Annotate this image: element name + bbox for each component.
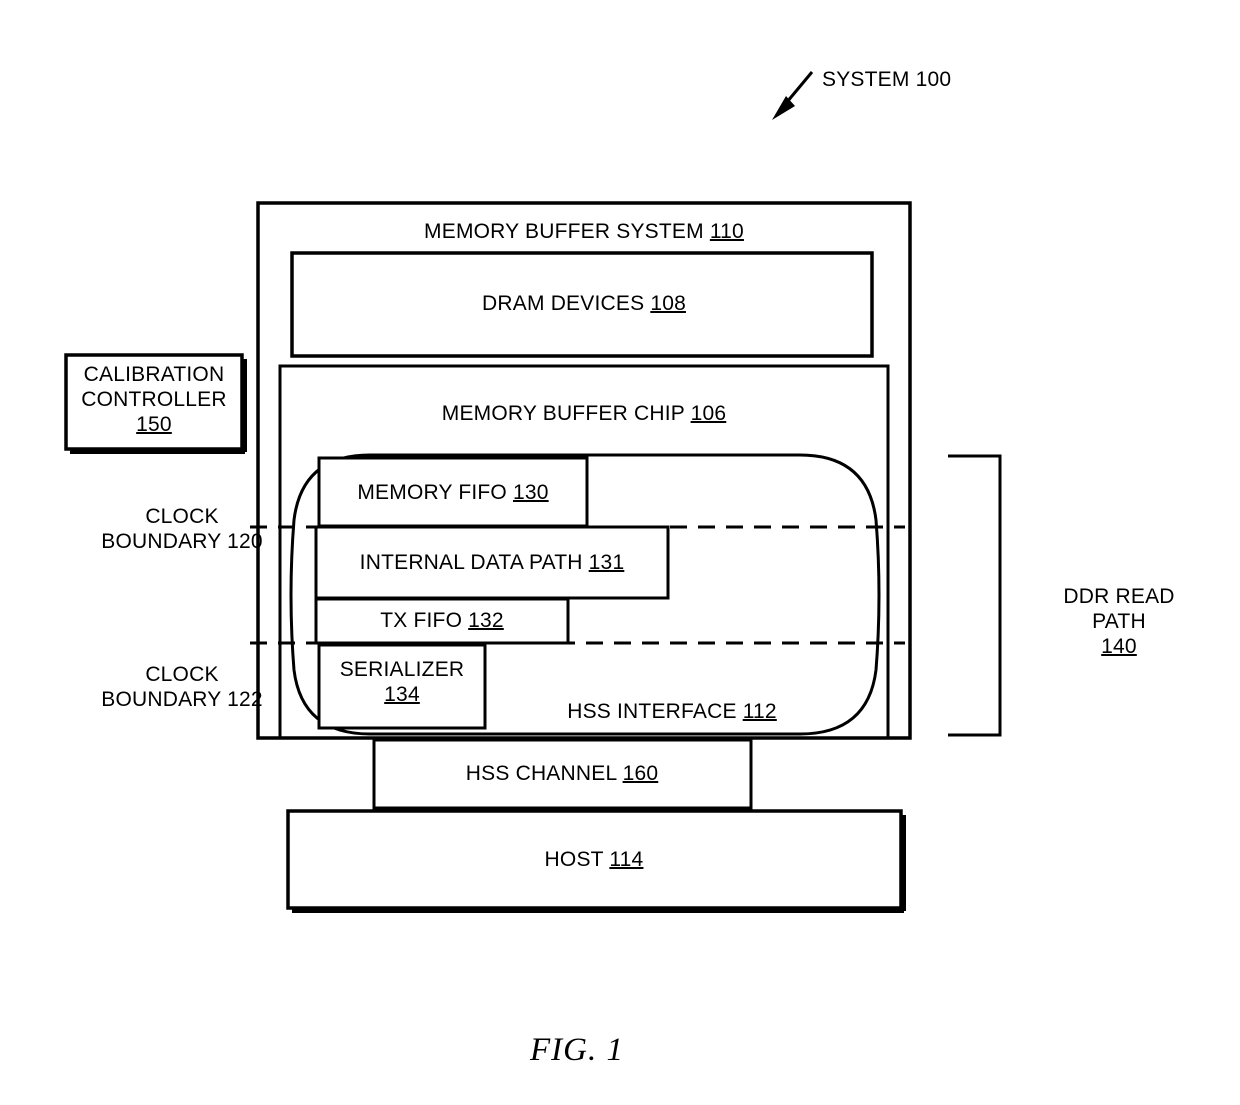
calibration-controller-label: CALIBRATION CONTROLLER 150 [81,363,227,437]
ddr-read-path-bracket [948,454,1002,737]
memory-buffer-chip-ref: 106 [690,402,727,425]
system-callout-label: SYSTEM 100 [822,68,952,91]
ddr-read-path-ref-line: 140 [1063,635,1174,660]
serializer-label: SERIALIZER 134 [340,658,465,708]
internal-data-path-text: INTERNAL DATA PATH [359,551,589,574]
host-ref: 114 [609,848,644,871]
calibration-controller-ref-line: 150 [81,413,227,438]
hss-interface-text: HSS INTERFACE [567,700,743,723]
memory-fifo-ref: 130 [513,481,549,504]
clock-boundary-122-line1: CLOCK [145,663,219,686]
calibration-controller-line2: CONTROLLER [81,387,227,411]
tx-fifo-ref: 132 [468,609,504,632]
clock-boundary-122-line2: BOUNDARY 122 [101,687,263,711]
host-label: HOST 114 [545,848,644,873]
hss-channel-label: HSS CHANNEL 160 [466,762,658,787]
ddr-read-path-ref: 140 [1101,634,1137,658]
dram-devices-ref: 108 [650,292,686,315]
clock-boundary-120-line2: BOUNDARY 120 [101,529,263,553]
calibration-controller-line1: CALIBRATION [83,363,225,386]
clock-boundary-120-label: CLOCK BOUNDARY 120 [101,505,263,555]
dram-devices-text: DRAM DEVICES [482,292,651,315]
clock-boundary-120-line1: CLOCK [145,505,219,528]
memory-fifo-text: MEMORY FIFO [357,481,513,504]
calibration-controller-ref: 150 [136,412,172,436]
ddr-read-path-line1: DDR READ [1063,585,1175,608]
tx-fifo-label: TX FIFO 132 [380,609,504,634]
serializer-ref-line: 134 [340,683,465,708]
memory-buffer-chip-text: MEMORY BUFFER CHIP [441,402,691,425]
ddr-read-path-label: DDR READ PATH 140 [1063,585,1174,659]
figure-caption: FIG. 1 [530,1032,624,1068]
figure-canvas: SYSTEM 100 MEMORY BUFFER SYSTEM 110 DRAM… [0,0,1240,1105]
dram-devices-label: DRAM DEVICES 108 [482,292,686,317]
internal-data-path-label: INTERNAL DATA PATH 131 [360,551,625,576]
ddr-read-path-line2: PATH [1092,609,1146,633]
memory-buffer-system-label: MEMORY BUFFER SYSTEM 110 [424,220,744,245]
hss-channel-text: HSS CHANNEL [465,762,623,785]
clock-boundary-122-label: CLOCK BOUNDARY 122 [101,663,263,713]
system-callout-arrow-icon [772,71,814,120]
tx-fifo-text: TX FIFO [380,609,469,632]
memory-fifo-label: MEMORY FIFO 130 [357,481,548,506]
serializer-ref: 134 [384,682,420,706]
serializer-text: SERIALIZER [339,658,465,681]
hss-channel-ref: 160 [622,762,659,785]
memory-buffer-system-text: MEMORY BUFFER SYSTEM [424,220,710,243]
internal-data-path-ref: 131 [588,551,625,574]
host-text: HOST [544,848,610,871]
hss-interface-ref: 112 [742,700,777,723]
memory-buffer-system-ref: 110 [709,220,744,243]
hss-interface-label: HSS INTERFACE 112 [567,700,777,725]
memory-buffer-chip-label: MEMORY BUFFER CHIP 106 [442,402,726,427]
